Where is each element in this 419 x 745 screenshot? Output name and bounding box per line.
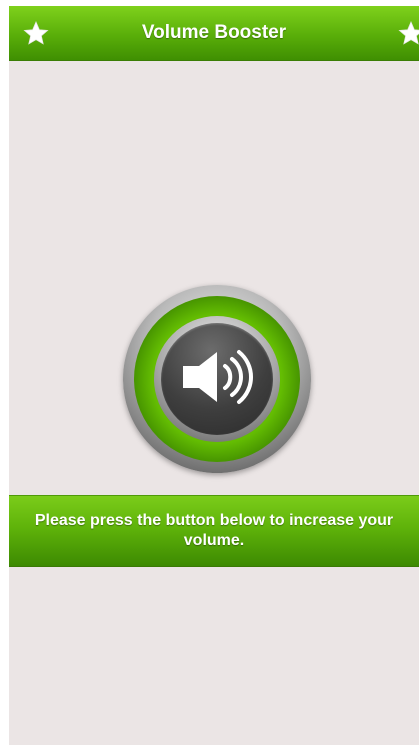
top-bar: Volume Booster <box>9 6 419 61</box>
button-core <box>161 323 273 435</box>
instruction-banner: Please press the button below to increas… <box>9 495 419 567</box>
app-screen: Volume Booster Please press the button b… <box>9 6 419 745</box>
volume-boost-button[interactable] <box>123 285 311 473</box>
button-bezel <box>154 316 280 442</box>
instruction-text: Please press the button below to increas… <box>34 512 394 549</box>
page-title: Volume Booster <box>141 22 287 43</box>
speaker-volume-icon <box>177 342 257 417</box>
star-icon[interactable] <box>397 19 419 47</box>
